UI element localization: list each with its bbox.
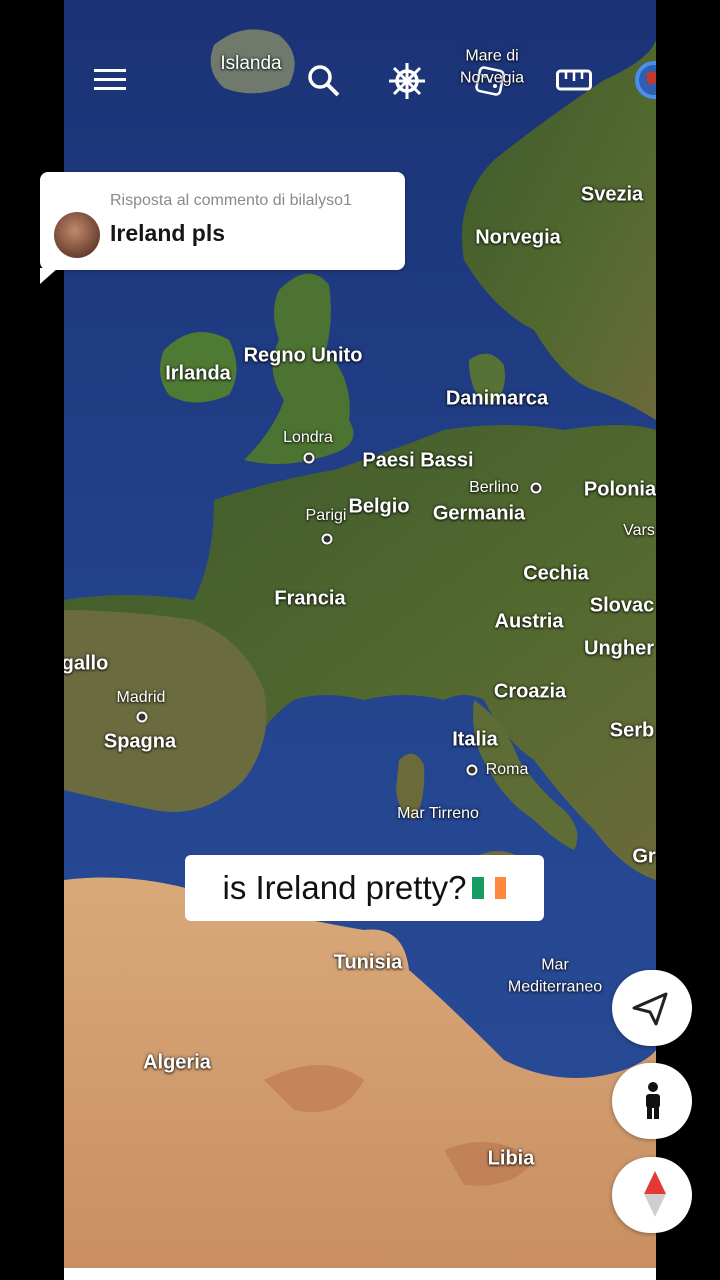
compass-icon — [644, 1171, 666, 1217]
compass-button[interactable] — [612, 1157, 692, 1233]
navigate-icon — [632, 992, 668, 1026]
sea-mediterraneo-line1: Mar — [541, 956, 569, 974]
video-caption: is Ireland pretty? — [185, 855, 544, 921]
label-mare-di-norvegia: Mare di Norvegia — [460, 46, 524, 91]
bottom-sheet-edge — [64, 1268, 656, 1280]
city-marker-londra — [303, 452, 315, 464]
label-islanda: Islanda — [220, 53, 282, 74]
label-algeria: Algeria — [143, 1051, 211, 1074]
navigate-button[interactable] — [612, 970, 692, 1046]
globe-icon[interactable] — [634, 58, 656, 107]
label-irlanda: Irlanda — [165, 362, 231, 385]
label-germania: Germania — [432, 502, 526, 525]
city-marker-madrid — [136, 711, 148, 723]
label-cechia: Cechia — [523, 562, 589, 585]
label-paesi-bassi: Paesi Bassi — [362, 449, 474, 472]
sea-mediterraneo-line2: Mediterraneo — [507, 979, 603, 996]
label-austria: Austria — [494, 610, 564, 633]
label-serbia: Serb — [609, 719, 655, 742]
city-marker-parigi — [321, 533, 333, 545]
label-parigi: Parigi — [305, 507, 347, 524]
label-madrid: Madrid — [116, 689, 166, 706]
city-marker-berlino — [530, 482, 542, 494]
city-marker-roma — [466, 764, 478, 776]
label-tunisia: Tunisia — [333, 951, 403, 974]
avatar — [54, 212, 100, 258]
label-berlino: Berlino — [469, 479, 519, 496]
sea-norvegia-line1: Mare di — [465, 47, 519, 65]
caption-text: is Ireland pretty? — [222, 869, 467, 906]
label-slovacchia: Slovac — [589, 594, 655, 617]
label-spagna: Spagna — [103, 730, 177, 753]
label-belgio: Belgio — [348, 495, 410, 518]
menu-icon[interactable] — [94, 68, 126, 97]
label-grecia: Gr — [632, 845, 656, 868]
sea-norvegia-line2: Norvegia — [459, 70, 525, 87]
label-roma: Roma — [485, 761, 529, 778]
ireland-flag-icon — [472, 877, 507, 899]
label-varsavia: Vars — [623, 522, 655, 539]
comment-text: Ireland pls — [110, 220, 226, 246]
comment-reply-bubble[interactable]: Risposta al commento di bilalyso1 Irelan… — [40, 172, 405, 284]
label-polonia: Polonia — [583, 478, 656, 501]
label-portogallo: gallo — [64, 652, 109, 675]
street-view-button[interactable] — [612, 1063, 692, 1139]
label-italia: Italia — [452, 728, 498, 751]
label-svezia: Svezia — [580, 183, 644, 206]
ruler-icon[interactable] — [556, 69, 592, 96]
label-libia: Libia — [487, 1147, 535, 1170]
label-mar-mediterraneo: Mar Mediterraneo — [508, 955, 602, 1000]
label-londra: Londra — [283, 429, 333, 446]
label-danimarca: Danimarca — [445, 387, 549, 410]
label-francia: Francia — [274, 587, 346, 610]
ships-wheel-icon[interactable] — [387, 61, 427, 106]
search-icon[interactable] — [307, 64, 341, 103]
reply-to-text: Risposta al commento di bilalyso1 — [110, 192, 352, 209]
label-croazia: Croazia — [493, 680, 567, 703]
label-ungheria: Ungher — [584, 637, 654, 660]
label-norvegia: Norvegia — [475, 226, 561, 249]
pegman-icon — [646, 1082, 660, 1119]
label-regno-unito: Regno Unito — [243, 344, 363, 367]
label-mar-tirreno: Mar Tirreno — [397, 804, 479, 822]
